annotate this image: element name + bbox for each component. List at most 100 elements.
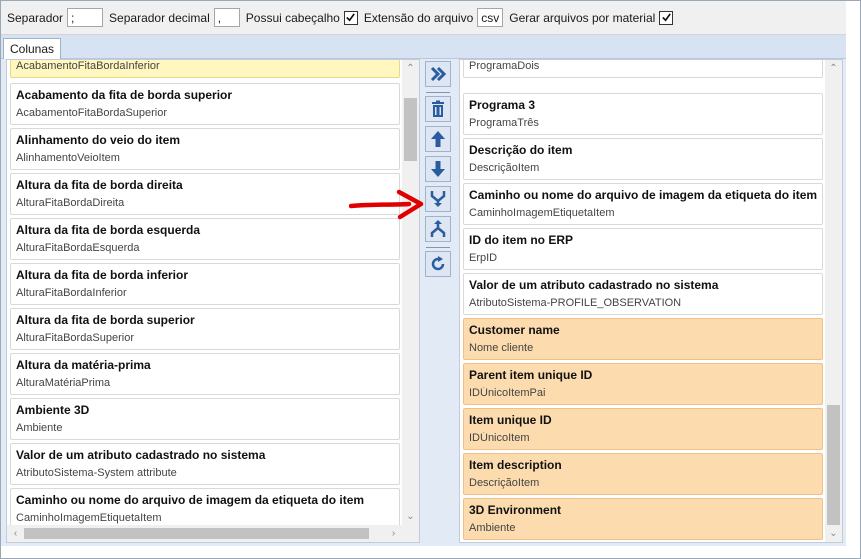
list-item[interactable]: Altura da fita de borda esquerda AlturaF…: [10, 218, 400, 260]
left-vertical-scrollbar[interactable]: ⌃ ⌄: [402, 60, 419, 525]
arrow-down-icon: [431, 161, 445, 177]
list-item[interactable]: Ambiente 3D Ambiente: [10, 398, 400, 440]
refresh-icon: [431, 256, 445, 271]
move-down-button[interactable]: [425, 156, 451, 182]
list-item-value: AcabamentoFitaBordaInferior: [16, 60, 160, 72]
list-item[interactable]: Caminho ou nome do arquivo de imagem da …: [463, 183, 823, 225]
list-item-value: AtributoSistema-System attribute: [16, 467, 177, 479]
list-item-value: Ambiente: [469, 522, 516, 534]
list-item-value: CaminhoImagemEtiquetaItem: [16, 512, 162, 524]
list-item-title: 3D Environment: [469, 503, 562, 517]
per-material-checkbox[interactable]: [659, 10, 674, 25]
list-item[interactable]: Altura da fita de borda direita AlturaFi…: [10, 173, 400, 215]
scroll-thumb[interactable]: [827, 405, 840, 525]
has-header-label: Possui cabeçalho: [245, 10, 340, 25]
separator-label: Separador: [7, 10, 64, 25]
checkmark-icon: [662, 13, 671, 22]
list-item-title: Item description: [469, 458, 562, 472]
separator-input[interactable]: [67, 8, 104, 27]
tab-colunas[interactable]: Colunas: [3, 38, 62, 59]
list-item[interactable]: Altura da matéria-prima AlturaMatériaPri…: [10, 353, 400, 395]
scroll-thumb[interactable]: [404, 98, 417, 161]
checkmark-icon: [346, 13, 356, 22]
list-item-value: AtributoSistema-PROFILE_OBSERVATION: [469, 297, 682, 309]
merge-icon: [430, 191, 446, 207]
list-item-title: Altura da fita de borda direita: [16, 178, 183, 192]
list-item-title: Customer name: [469, 323, 560, 337]
list-item[interactable]: ID do item no ERP ErpID: [463, 228, 823, 270]
left-horizontal-scrollbar[interactable]: ‹ ›: [7, 525, 402, 542]
move-up-button[interactable]: [425, 126, 451, 152]
list-item[interactable]: AcabamentoFitaBordaInferior: [10, 60, 400, 78]
list-item-value: ProgramaTrês: [469, 117, 539, 129]
list-item-value: DescriçãoItem: [469, 477, 540, 489]
list-item-value: Ambiente: [16, 422, 63, 434]
list-item[interactable]: Programa 3 ProgramaTrês: [463, 93, 823, 135]
split-icon: [430, 220, 446, 237]
list-item[interactable]: Valor de um atributo cadastrado no siste…: [10, 443, 400, 485]
tab-strip: Colunas: [1, 35, 846, 59]
list-item-value: AlturaFitaBordaSuperior: [16, 332, 135, 344]
list-item[interactable]: Item description DescriçãoItem: [463, 453, 823, 495]
list-item[interactable]: Acabamento da fita de borda superior Aca…: [10, 83, 400, 125]
file-extension-input[interactable]: [477, 8, 504, 27]
scroll-left-icon[interactable]: ‹: [7, 525, 24, 542]
list-item-value: Nome cliente: [469, 342, 534, 354]
list-item-value: IDÚnicoItem: [469, 432, 530, 444]
list-item-value: AcabamentoFitaBordaSuperior: [16, 107, 168, 119]
button-separator: [426, 247, 450, 248]
list-item[interactable]: Altura da fita de borda superior AlturaF…: [10, 308, 400, 350]
list-item-value: AlturaFitaBordaInferior: [16, 287, 127, 299]
list-item[interactable]: Caminho ou nome do arquivo de imagem da …: [10, 488, 400, 530]
list-item-title: Altura da fita de borda inferior: [16, 268, 189, 282]
double-chevron-right-icon: [430, 66, 447, 82]
per-material-label: Gerar arquivos por material: [509, 10, 656, 25]
list-item[interactable]: Descrição do item DescriçãoItem: [463, 138, 823, 180]
list-item[interactable]: Customer name Nome cliente: [463, 318, 823, 360]
has-header-checkbox[interactable]: [343, 10, 358, 25]
scroll-up-icon[interactable]: ⌃: [402, 60, 419, 77]
list-item-value: AlturaFitaBordaDireita: [16, 197, 125, 209]
refresh-button[interactable]: [425, 251, 451, 277]
file-extension-label: Extensão do arquivo: [363, 10, 474, 25]
list-item-value: AlinhamentoVeioItem: [16, 152, 120, 164]
decimal-separator-label: Separador decimal: [109, 10, 210, 25]
list-item-value: IDÚnicoItemPai: [469, 387, 546, 399]
list-item-title: Descrição do item: [469, 143, 573, 157]
right-vertical-scrollbar[interactable]: ⌃ ⌄: [825, 60, 842, 542]
scroll-thumb[interactable]: [24, 528, 369, 539]
list-item-title: Caminho ou nome do arquivo de imagem da …: [16, 493, 365, 507]
list-item[interactable]: Valor de um atributo cadastrado no siste…: [463, 273, 823, 315]
list-item[interactable]: ProgramaDois: [463, 60, 823, 78]
scroll-down-icon[interactable]: ⌄: [402, 508, 419, 525]
red-arrow-annotation-icon: [349, 189, 424, 220]
merge-button[interactable]: [425, 186, 451, 212]
list-item-title: Valor de um atributo cadastrado no siste…: [16, 448, 266, 462]
available-columns-list[interactable]: AcabamentoFitaBordaInferior Acabamento d…: [6, 59, 420, 543]
list-item-title: Alinhamento do veio do item: [16, 133, 181, 147]
list-item-title: ID do item no ERP: [469, 233, 574, 247]
selected-columns-list[interactable]: ProgramaDois Programa 3 ProgramaTrês Des…: [459, 59, 843, 543]
list-item-value: ProgramaDois: [469, 60, 540, 72]
list-item-title: Ambiente 3D: [16, 403, 90, 417]
list-item-title: Valor de um atributo cadastrado no siste…: [469, 278, 719, 292]
list-item[interactable]: Alinhamento do veio do item AlinhamentoV…: [10, 128, 400, 170]
list-item-value: CaminhoImagemEtiquetaItem: [469, 207, 615, 219]
delete-button[interactable]: [425, 96, 451, 122]
add-all-button[interactable]: [425, 61, 451, 87]
arrow-up-icon: [431, 131, 445, 147]
list-item-value: ErpID: [469, 252, 498, 264]
list-item[interactable]: Parent item unique ID IDÚnicoItemPai: [463, 363, 823, 405]
scroll-up-icon[interactable]: ⌃: [825, 60, 842, 77]
split-button[interactable]: [425, 216, 451, 242]
list-item[interactable]: Altura da fita de borda inferior AlturaF…: [10, 263, 400, 305]
list-item[interactable]: 3D Environment Ambiente: [463, 498, 823, 540]
button-separator: [426, 92, 450, 93]
scroll-corner: [402, 525, 419, 542]
scroll-right-icon[interactable]: ›: [385, 525, 402, 542]
decimal-separator-input[interactable]: [213, 8, 240, 27]
list-item[interactable]: Item unique ID IDÚnicoItem: [463, 408, 823, 450]
list-item-title: Item unique ID: [469, 413, 552, 427]
scroll-down-icon[interactable]: ⌄: [825, 525, 842, 542]
trash-icon: [432, 100, 444, 117]
